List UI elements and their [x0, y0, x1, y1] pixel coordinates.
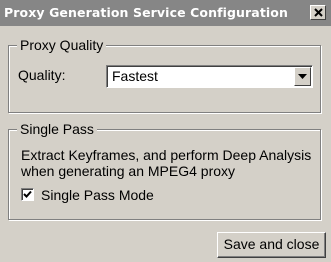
proxy-quality-group: Proxy Quality Quality: Fastest	[8, 37, 321, 113]
title-bar[interactable]: Proxy Generation Service Configuration	[0, 0, 331, 26]
quality-dropdown-button[interactable]	[294, 67, 311, 86]
close-button[interactable]	[310, 5, 326, 20]
single-pass-checkbox-label[interactable]: Single Pass Mode	[41, 187, 154, 203]
single-pass-checkbox[interactable]	[21, 188, 34, 201]
single-pass-group: Single Pass Extract Keyframes, and perfo…	[8, 121, 321, 220]
checkmark-icon	[23, 190, 32, 198]
chevron-down-icon	[298, 74, 307, 79]
close-icon	[314, 8, 323, 17]
single-pass-legend: Single Pass	[17, 121, 97, 137]
quality-select[interactable]: Fastest	[106, 65, 313, 88]
config-dialog: Proxy Generation Service Configuration P…	[0, 0, 331, 262]
window-title: Proxy Generation Service Configuration	[4, 5, 288, 20]
single-pass-description: Extract Keyframes, and perform Deep Anal…	[21, 147, 312, 179]
quality-select-value: Fastest	[112, 68, 158, 84]
save-and-close-button[interactable]: Save and close	[217, 232, 326, 258]
proxy-quality-legend: Proxy Quality	[17, 37, 107, 53]
quality-label: Quality:	[18, 67, 66, 83]
